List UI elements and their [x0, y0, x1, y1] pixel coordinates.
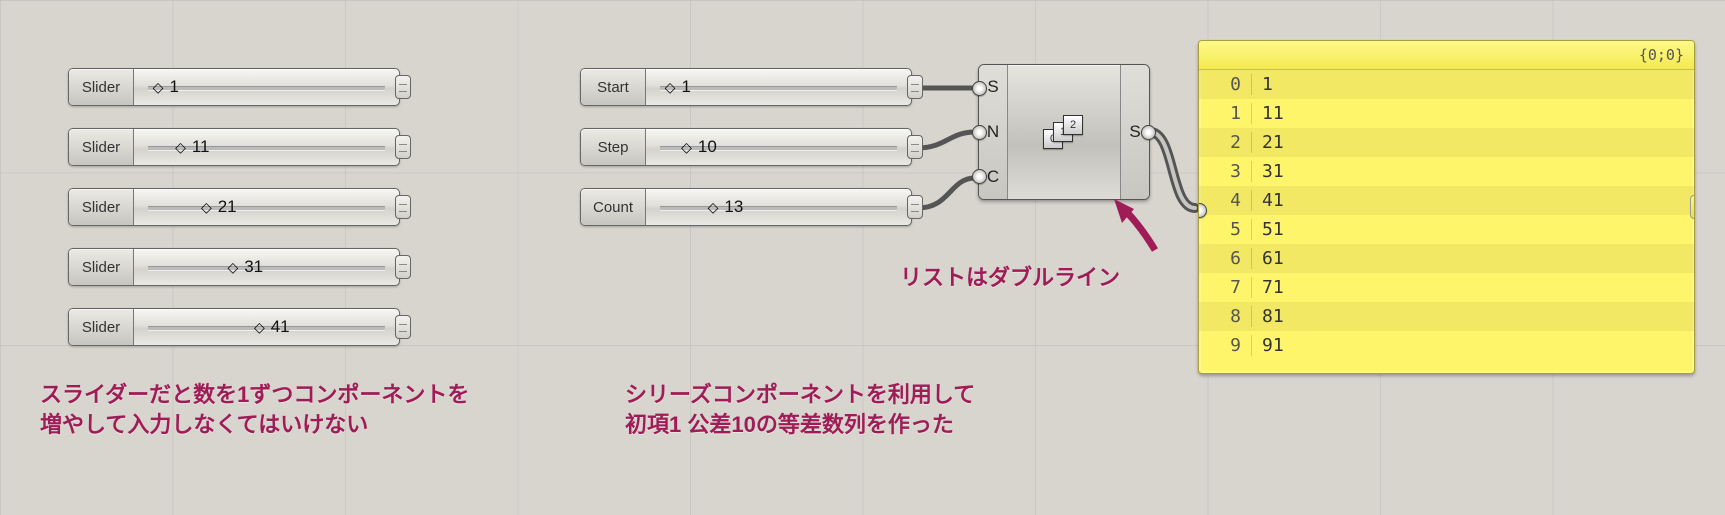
port-in-S[interactable] [972, 81, 987, 96]
slider-label: Slider [69, 69, 134, 105]
slider-component[interactable]: Slider 11 [68, 128, 400, 166]
caption-right: シリーズコンポーネントを利用して 初項1 公差10の等差数列を作った [625, 380, 975, 439]
series-input-S[interactable]: S [987, 77, 998, 97]
panel-row: 441 [1199, 186, 1694, 215]
panel-row: 551 [1199, 215, 1694, 244]
panel-row: 111 [1199, 99, 1694, 128]
slider-handle[interactable]: 31 [227, 257, 263, 277]
series-output-S[interactable]: S [1129, 122, 1140, 142]
slider-handle[interactable]: 1 [153, 77, 179, 97]
panel-path: {0;0} [1639, 46, 1684, 64]
slider-label: Start [581, 69, 646, 105]
slider-handle[interactable]: 10 [681, 137, 717, 157]
series-input-C[interactable]: C [987, 167, 999, 187]
slider-component[interactable]: Slider 1 [68, 68, 400, 106]
slider-label: Count [581, 189, 646, 225]
slider-output-grip[interactable] [395, 255, 411, 279]
panel-row: 221 [1199, 128, 1694, 157]
slider-output-grip[interactable] [395, 135, 411, 159]
data-panel[interactable]: {0;0} 01 111 221 331 441 551 661 771 881… [1198, 40, 1695, 374]
slider-track[interactable]: 11 [134, 129, 399, 165]
panel-row: 881 [1199, 302, 1694, 331]
slider-track[interactable]: 21 [134, 189, 399, 225]
slider-component[interactable]: Slider 21 [68, 188, 400, 226]
series-icon: 0 1 2 [1043, 115, 1085, 149]
slider-handle[interactable]: 41 [254, 317, 290, 337]
panel-output-grip[interactable] [1690, 195, 1695, 219]
series-body: 0 1 2 [1007, 65, 1121, 199]
slider-column-series-inputs: Start 1 Step 10 Count 13 [580, 68, 912, 248]
port-out-S[interactable] [1141, 125, 1156, 140]
panel-row: 01 [1199, 70, 1694, 99]
annotation-arrow [1100, 195, 1170, 270]
slider-output-grip[interactable] [395, 75, 411, 99]
panel-row: 331 [1199, 157, 1694, 186]
slider-handle[interactable]: 13 [708, 197, 744, 217]
panel-header: {0;0} [1199, 41, 1694, 70]
series-component[interactable]: S N C 0 1 2 S [978, 64, 1150, 200]
slider-label: Slider [69, 129, 134, 165]
caption-arrow-label: リストはダブルライン [900, 263, 1120, 293]
slider-count[interactable]: Count 13 [580, 188, 912, 226]
slider-track[interactable]: 1 [134, 69, 399, 105]
panel-row: 661 [1199, 244, 1694, 273]
slider-label: Slider [69, 309, 134, 345]
slider-output-grip[interactable] [907, 135, 923, 159]
port-in-N[interactable] [972, 125, 987, 140]
slider-column-manual: Slider 1 Slider 11 Slider 21 Slider 31 S… [68, 68, 400, 368]
slider-track[interactable]: 10 [646, 129, 911, 165]
slider-output-grip[interactable] [907, 195, 923, 219]
slider-label: Step [581, 129, 646, 165]
grasshopper-canvas[interactable]: { "sliders_left": [ {"label":"Slider","v… [0, 0, 1725, 515]
slider-handle[interactable]: 21 [201, 197, 237, 217]
panel-body: 01 111 221 331 441 551 661 771 881 991 [1199, 70, 1694, 373]
slider-output-grip[interactable] [907, 75, 923, 99]
slider-handle[interactable]: 11 [175, 137, 209, 157]
slider-component[interactable]: Slider 31 [68, 248, 400, 286]
panel-row: 771 [1199, 273, 1694, 302]
slider-output-grip[interactable] [395, 195, 411, 219]
slider-step[interactable]: Step 10 [580, 128, 912, 166]
port-in-C[interactable] [972, 169, 987, 184]
slider-label: Slider [69, 249, 134, 285]
slider-track[interactable]: 13 [646, 189, 911, 225]
slider-handle[interactable]: 1 [665, 77, 691, 97]
series-input-N[interactable]: N [987, 122, 999, 142]
slider-output-grip[interactable] [395, 315, 411, 339]
panel-row: 991 [1199, 331, 1694, 360]
slider-component[interactable]: Slider 41 [68, 308, 400, 346]
slider-start[interactable]: Start 1 [580, 68, 912, 106]
slider-label: Slider [69, 189, 134, 225]
slider-track[interactable]: 31 [134, 249, 399, 285]
slider-track[interactable]: 1 [646, 69, 911, 105]
caption-left: スライダーだと数を1ずつコンポーネントを 増やして入力しなくてはいけない [40, 380, 469, 439]
slider-track[interactable]: 41 [134, 309, 399, 345]
